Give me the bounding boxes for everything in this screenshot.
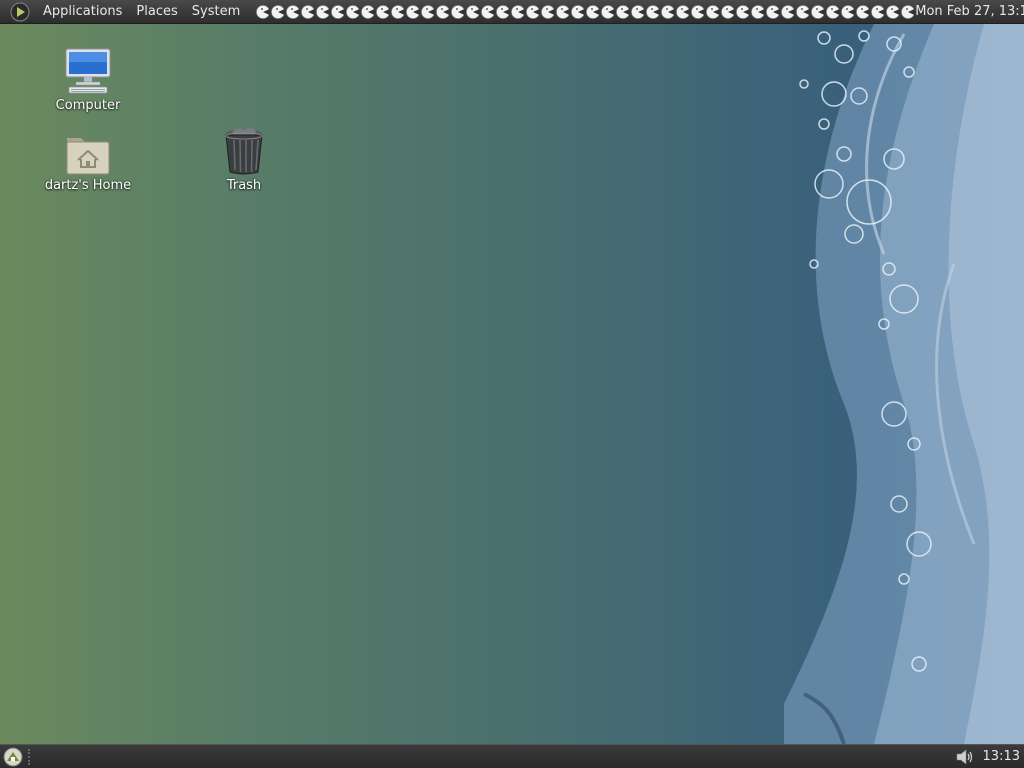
pacman-icon[interactable]	[870, 3, 885, 21]
pacman-icon[interactable]	[390, 3, 405, 21]
trash-icon	[218, 124, 270, 176]
pacman-icon[interactable]	[420, 3, 435, 21]
pacman-icon[interactable]	[360, 3, 375, 21]
desktop-icon-home[interactable]: dartz's Home	[40, 124, 136, 193]
distro-logo-icon[interactable]	[10, 2, 30, 22]
launcher-strip	[255, 0, 915, 24]
pacman-icon[interactable]	[540, 3, 555, 21]
pacman-icon[interactable]	[570, 3, 585, 21]
pacman-icon[interactable]	[555, 3, 570, 21]
top-panel: Applications Places System Mon Feb 27, 1…	[0, 0, 1024, 24]
pacman-icon[interactable]	[600, 3, 615, 21]
pacman-icon[interactable]	[885, 3, 900, 21]
pacman-icon[interactable]	[330, 3, 345, 21]
pacman-icon[interactable]	[645, 3, 660, 21]
pacman-icon[interactable]	[840, 3, 855, 21]
bottom-clock[interactable]: 13:13	[983, 745, 1020, 768]
pacman-icon[interactable]	[735, 3, 750, 21]
pacman-icon[interactable]	[465, 3, 480, 21]
pacman-icon[interactable]	[720, 3, 735, 21]
wallpaper-wave-art	[784, 24, 1024, 744]
show-desktop-icon[interactable]	[2, 746, 24, 768]
pacman-icon[interactable]	[675, 3, 690, 21]
pacman-icon[interactable]	[795, 3, 810, 21]
pacman-icon[interactable]	[435, 3, 450, 21]
pacman-icon[interactable]	[615, 3, 630, 21]
pacman-icon[interactable]	[450, 3, 465, 21]
pacman-icon[interactable]	[585, 3, 600, 21]
pacman-icon[interactable]	[270, 3, 285, 21]
pacman-icon[interactable]	[480, 3, 495, 21]
bottom-panel: 13:13	[0, 744, 1024, 768]
pacman-icon[interactable]	[300, 3, 315, 21]
desktop-icon-label: Computer	[55, 98, 121, 113]
pacman-icon[interactable]	[750, 3, 765, 21]
pacman-icon[interactable]	[285, 3, 300, 21]
pacman-icon[interactable]	[900, 3, 915, 21]
pacman-icon[interactable]	[345, 3, 360, 21]
desktop-icon-label: Trash	[226, 178, 262, 193]
pacman-icon[interactable]	[405, 3, 420, 21]
desktop-icon-computer[interactable]: Computer	[40, 44, 136, 113]
menu-system[interactable]: System	[185, 0, 247, 24]
home-folder-icon	[62, 124, 114, 176]
computer-icon	[62, 44, 114, 96]
pacman-icon[interactable]	[765, 3, 780, 21]
desktop-icon-trash[interactable]: Trash	[196, 124, 292, 193]
pacman-icon[interactable]	[780, 3, 795, 21]
panel-drag-handle[interactable]	[28, 748, 36, 765]
pacman-icon[interactable]	[315, 3, 330, 21]
pacman-icon[interactable]	[825, 3, 840, 21]
menu-applications[interactable]: Applications	[36, 0, 129, 24]
speaker-icon[interactable]	[953, 746, 975, 768]
pacman-icon[interactable]	[705, 3, 720, 21]
desktop[interactable]: Computer dartz's Home Trash Applications…	[0, 0, 1024, 768]
pacman-icon[interactable]	[855, 3, 870, 21]
pacman-icon[interactable]	[375, 3, 390, 21]
pacman-icon[interactable]	[810, 3, 825, 21]
pacman-icon[interactable]	[660, 3, 675, 21]
pacman-icon[interactable]	[510, 3, 525, 21]
menu-places[interactable]: Places	[129, 0, 184, 24]
pacman-icon[interactable]	[690, 3, 705, 21]
pacman-icon[interactable]	[525, 3, 540, 21]
pacman-icon[interactable]	[255, 3, 270, 21]
top-clock[interactable]: Mon Feb 27, 13:13	[915, 0, 1024, 24]
pacman-icon[interactable]	[495, 3, 510, 21]
pacman-icon[interactable]	[630, 3, 645, 21]
desktop-icon-label: dartz's Home	[44, 178, 132, 193]
